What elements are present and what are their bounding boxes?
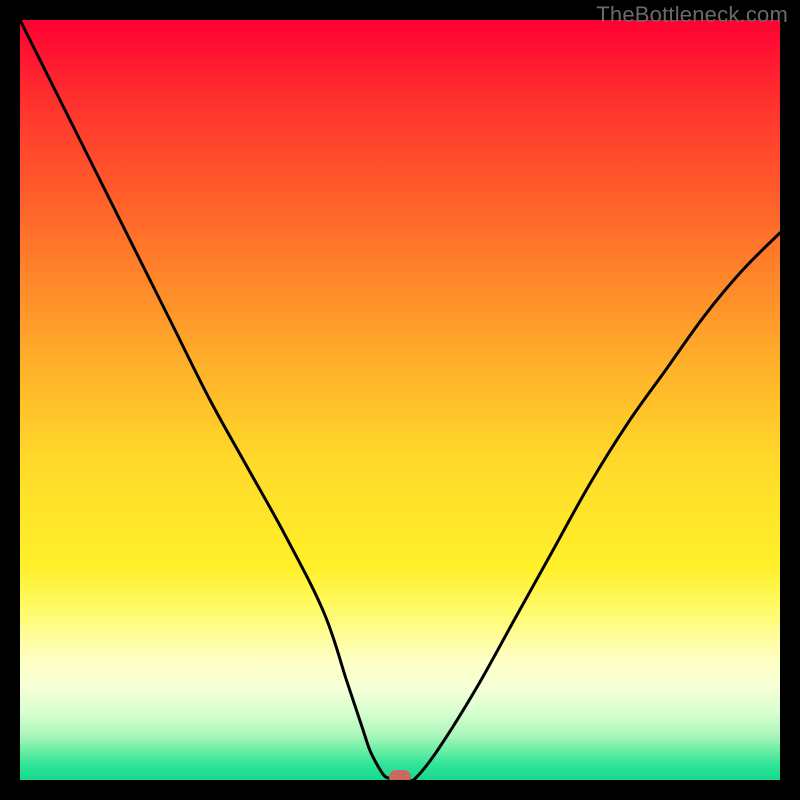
optimum-marker	[389, 770, 411, 780]
chart-frame: TheBottleneck.com	[0, 0, 800, 800]
watermark-text: TheBottleneck.com	[596, 2, 788, 28]
bottleneck-curve	[20, 20, 780, 780]
plot-area	[20, 20, 780, 780]
